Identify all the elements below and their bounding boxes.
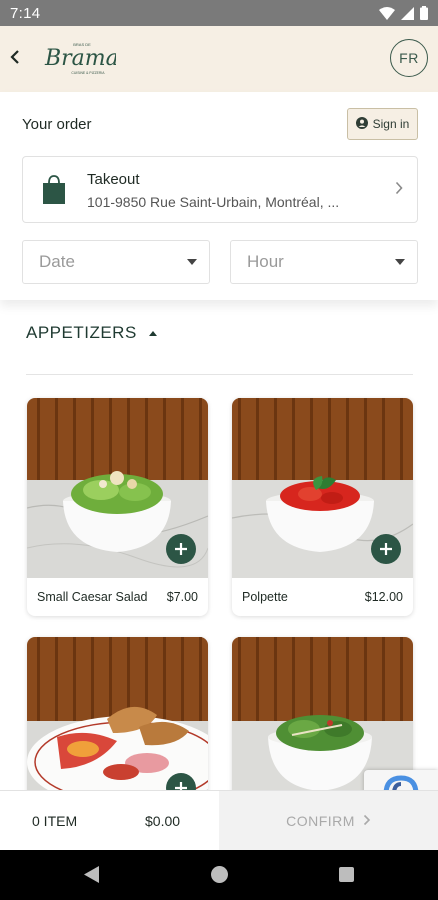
order-panel: Your order Sign in Takeout 101-9850 Rue …: [0, 92, 438, 300]
date-placeholder: Date: [39, 252, 75, 271]
status-bar: 7:14: [0, 0, 438, 26]
menu-item-card[interactable]: Small Caesar Salad $7.00: [27, 398, 208, 616]
chevron-right-icon: [395, 181, 403, 200]
order-title: Your order: [22, 116, 92, 133]
chevron-left-icon: [10, 49, 20, 70]
menu-item-price: $12.00: [364, 590, 403, 604]
hour-placeholder: Hour: [247, 252, 284, 271]
brand-logo[interactable]: BRAS DE Brama CUISINE & PIZZERIA: [42, 38, 119, 82]
cart-bar: 0 ITEM $0.00 CONFIRM: [0, 790, 438, 851]
section-title: APPETIZERS: [26, 323, 137, 342]
menu-item-name: Small Caesar Salad: [37, 590, 148, 604]
back-button[interactable]: [0, 26, 30, 92]
menu-item-price: $7.00: [166, 590, 198, 604]
section-header-appetizers[interactable]: APPETIZERS: [26, 323, 157, 343]
pickup-address: 101-9850 Rue Saint-Urbain, Montréal, ...: [87, 194, 340, 210]
sign-in-label: Sign in: [372, 117, 410, 131]
status-time: 7:14: [10, 4, 41, 22]
caret-down-icon: [187, 259, 197, 265]
nav-home-icon[interactable]: [211, 866, 228, 883]
nav-back-icon[interactable]: [84, 866, 99, 888]
cart-item-count: 0 ITEM: [32, 813, 78, 829]
confirm-label: CONFIRM: [286, 813, 355, 829]
logo-small-bottom: CUISINE & PIZZERIA: [71, 71, 105, 75]
plus-icon: [174, 542, 188, 556]
hour-select[interactable]: Hour: [230, 240, 418, 284]
menu-item-card[interactable]: Polpette $12.00: [232, 398, 413, 616]
battery-icon: [420, 6, 428, 20]
caret-down-icon: [395, 259, 405, 265]
add-to-cart-button[interactable]: [166, 534, 196, 564]
menu-item-footer: Polpette $12.00: [232, 578, 413, 616]
add-to-cart-button[interactable]: [371, 534, 401, 564]
chevron-right-icon: [363, 813, 371, 829]
order-mode-card[interactable]: Takeout 101-9850 Rue Saint-Urbain, Montr…: [22, 156, 418, 223]
nav-recent-apps-icon[interactable]: [339, 867, 354, 882]
logo-wordmark: Brama: [44, 46, 116, 71]
dish-photo: [232, 398, 413, 578]
plus-icon: [379, 542, 393, 556]
menu-area: APPETIZERS Small Caesar Salad $7.00 Polp…: [0, 300, 438, 855]
system-navigation-bar: [0, 850, 438, 900]
cart-summary[interactable]: 0 ITEM $0.00: [0, 791, 219, 851]
dish-photo: [27, 398, 208, 578]
signal-icon: [401, 6, 414, 20]
sign-in-button[interactable]: Sign in: [347, 108, 418, 140]
date-select[interactable]: Date: [22, 240, 210, 284]
app-header: BRAS DE Brama CUISINE & PIZZERIA FR: [0, 26, 438, 92]
cart-total: $0.00: [145, 813, 181, 829]
user-icon: [355, 116, 368, 132]
section-divider: [26, 374, 413, 375]
menu-item-name: Polpette: [242, 590, 288, 604]
wifi-icon: [379, 6, 395, 20]
order-mode-title: Takeout: [87, 171, 140, 188]
confirm-button[interactable]: CONFIRM: [219, 791, 438, 851]
caret-up-icon: [148, 330, 157, 336]
shopping-bag-icon: [43, 174, 65, 209]
language-toggle-button[interactable]: FR: [390, 39, 428, 77]
menu-item-footer: Small Caesar Salad $7.00: [27, 578, 208, 616]
